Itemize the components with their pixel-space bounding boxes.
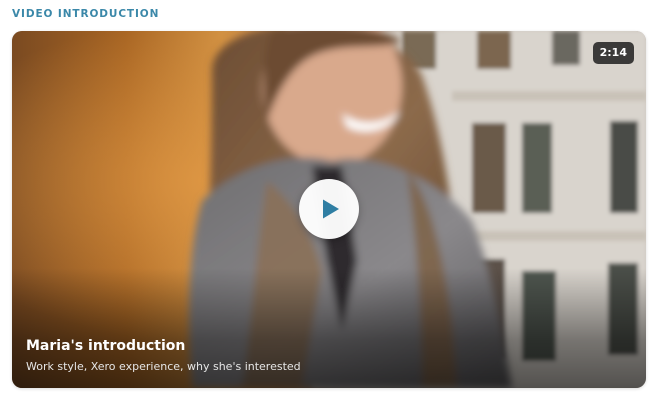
video-subtitle: Work style, Xero experience, why she's i… [26,360,301,373]
section-label: VIDEO INTRODUCTION [12,8,160,20]
video-title: Maria's introduction [26,338,186,354]
video-introduction-section: VIDEO INTRODUCTION 2:14 Maria's introduc… [0,0,652,403]
video-caption: Maria's introduction Work style, Xero ex… [26,337,632,374]
duration-badge: 2:14 [592,42,634,64]
play-button[interactable] [299,179,359,239]
play-icon [323,199,339,219]
video-player[interactable]: 2:14 Maria's introduction Work style, Xe… [12,31,646,388]
